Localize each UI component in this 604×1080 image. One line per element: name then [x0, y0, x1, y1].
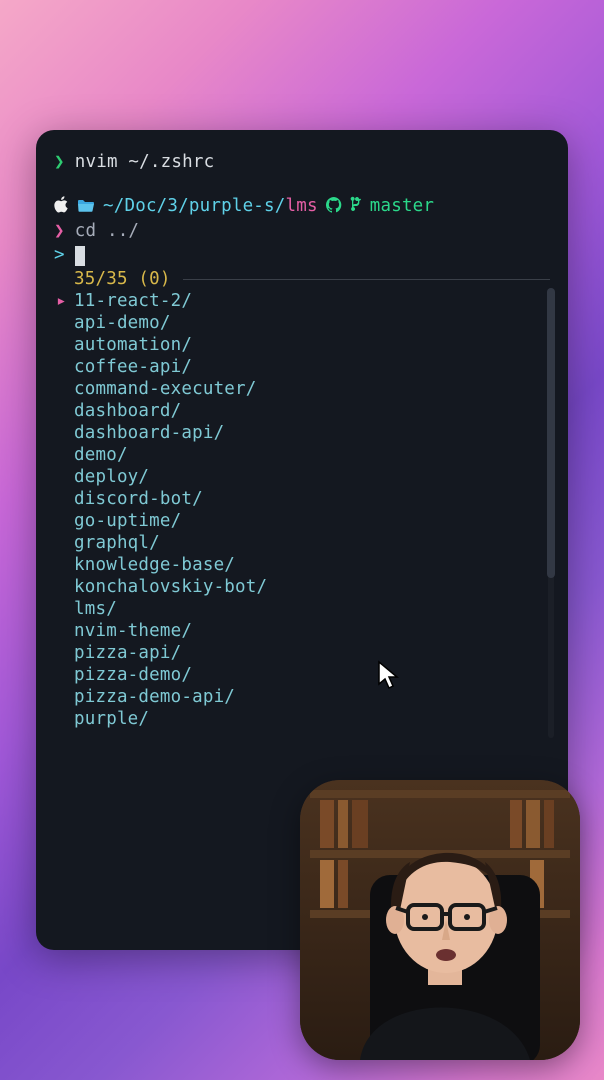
- current-command-text: cd ../: [75, 221, 139, 243]
- branch-icon: [350, 196, 362, 219]
- fzf-result-row[interactable]: ▸api-demo/: [54, 313, 550, 335]
- directory-entry: coffee-api/: [74, 357, 192, 379]
- fzf-result-row[interactable]: ▸automation/: [54, 335, 550, 357]
- history-command-text: nvim ~/.zshrc: [75, 152, 215, 174]
- fzf-counter-line: 35/35 (0): [54, 269, 550, 291]
- fzf-result-row[interactable]: ▸nvim-theme/: [54, 621, 550, 643]
- directory-entry: api-demo/: [74, 313, 171, 335]
- prompt-arrow-icon: ❯: [54, 152, 65, 174]
- webcam-overlay: [300, 780, 580, 1060]
- fzf-result-row[interactable]: ▸coffee-api/: [54, 357, 550, 379]
- apple-icon: [54, 196, 69, 218]
- fzf-counter: 35/35 (0): [74, 269, 171, 291]
- selection-marker-icon: ▸: [56, 291, 70, 313]
- fzf-result-row[interactable]: ▸lms/: [54, 599, 550, 621]
- directory-entry: pizza-demo-api/: [74, 687, 235, 709]
- directory-entry: nvim-theme/: [74, 621, 192, 643]
- fzf-result-row[interactable]: ▸purple/: [54, 709, 550, 731]
- directory-entry: konchalovskiy-bot/: [74, 577, 267, 599]
- prompt-arrow-icon: ❯: [54, 221, 65, 243]
- fzf-prompt-icon: >: [54, 245, 65, 267]
- directory-entry: dashboard-api/: [74, 423, 224, 445]
- git-branch-name: master: [370, 196, 434, 218]
- prompt-path-line: ~/Doc/3/purple-s/lms master: [54, 196, 550, 219]
- github-icon: [326, 197, 342, 218]
- scrollbar-thumb[interactable]: [547, 288, 555, 578]
- fzf-result-row[interactable]: ▸knowledge-base/: [54, 555, 550, 577]
- text-cursor: [75, 246, 85, 266]
- fzf-result-row[interactable]: ▸dashboard/: [54, 401, 550, 423]
- directory-entry: knowledge-base/: [74, 555, 235, 577]
- fzf-result-row[interactable]: ▸graphql/: [54, 533, 550, 555]
- fzf-result-row[interactable]: ▸pizza-api/: [54, 643, 550, 665]
- fzf-result-row[interactable]: ▸11-react-2/: [54, 291, 550, 313]
- fzf-results-list[interactable]: ▸11-react-2/▸api-demo/▸automation/▸coffe…: [54, 291, 550, 731]
- fzf-result-row[interactable]: ▸command-executer/: [54, 379, 550, 401]
- fzf-result-row[interactable]: ▸pizza-demo/: [54, 665, 550, 687]
- fzf-result-row[interactable]: ▸konchalovskiy-bot/: [54, 577, 550, 599]
- path-prefix: ~/Doc/3/purple-s/lms: [103, 196, 318, 218]
- fzf-result-row[interactable]: ▸deploy/: [54, 467, 550, 489]
- fzf-result-row[interactable]: ▸go-uptime/: [54, 511, 550, 533]
- fzf-result-row[interactable]: ▸demo/: [54, 445, 550, 467]
- directory-entry: automation/: [74, 335, 192, 357]
- directory-entry: go-uptime/: [74, 511, 181, 533]
- directory-entry: discord-bot/: [74, 489, 203, 511]
- directory-entry: dashboard/: [74, 401, 181, 423]
- directory-entry: pizza-api/: [74, 643, 181, 665]
- folder-icon: [77, 197, 95, 217]
- directory-entry: command-executer/: [74, 379, 257, 401]
- directory-entry: deploy/: [74, 467, 149, 489]
- divider: [183, 279, 550, 280]
- directory-entry: 11-react-2/: [74, 291, 192, 313]
- fzf-search-line[interactable]: >: [54, 245, 550, 267]
- fzf-result-row[interactable]: ▸discord-bot/: [54, 489, 550, 511]
- directory-entry: pizza-demo/: [74, 665, 192, 687]
- history-command-line: ❯ nvim ~/.zshrc: [54, 152, 550, 174]
- directory-entry: demo/: [74, 445, 128, 467]
- current-command-line: ❯ cd ../: [54, 221, 550, 243]
- fzf-result-row[interactable]: ▸dashboard-api/: [54, 423, 550, 445]
- directory-entry: lms/: [74, 599, 117, 621]
- directory-entry: graphql/: [74, 533, 160, 555]
- fzf-result-row[interactable]: ▸pizza-demo-api/: [54, 687, 550, 709]
- directory-entry: purple/: [74, 709, 149, 731]
